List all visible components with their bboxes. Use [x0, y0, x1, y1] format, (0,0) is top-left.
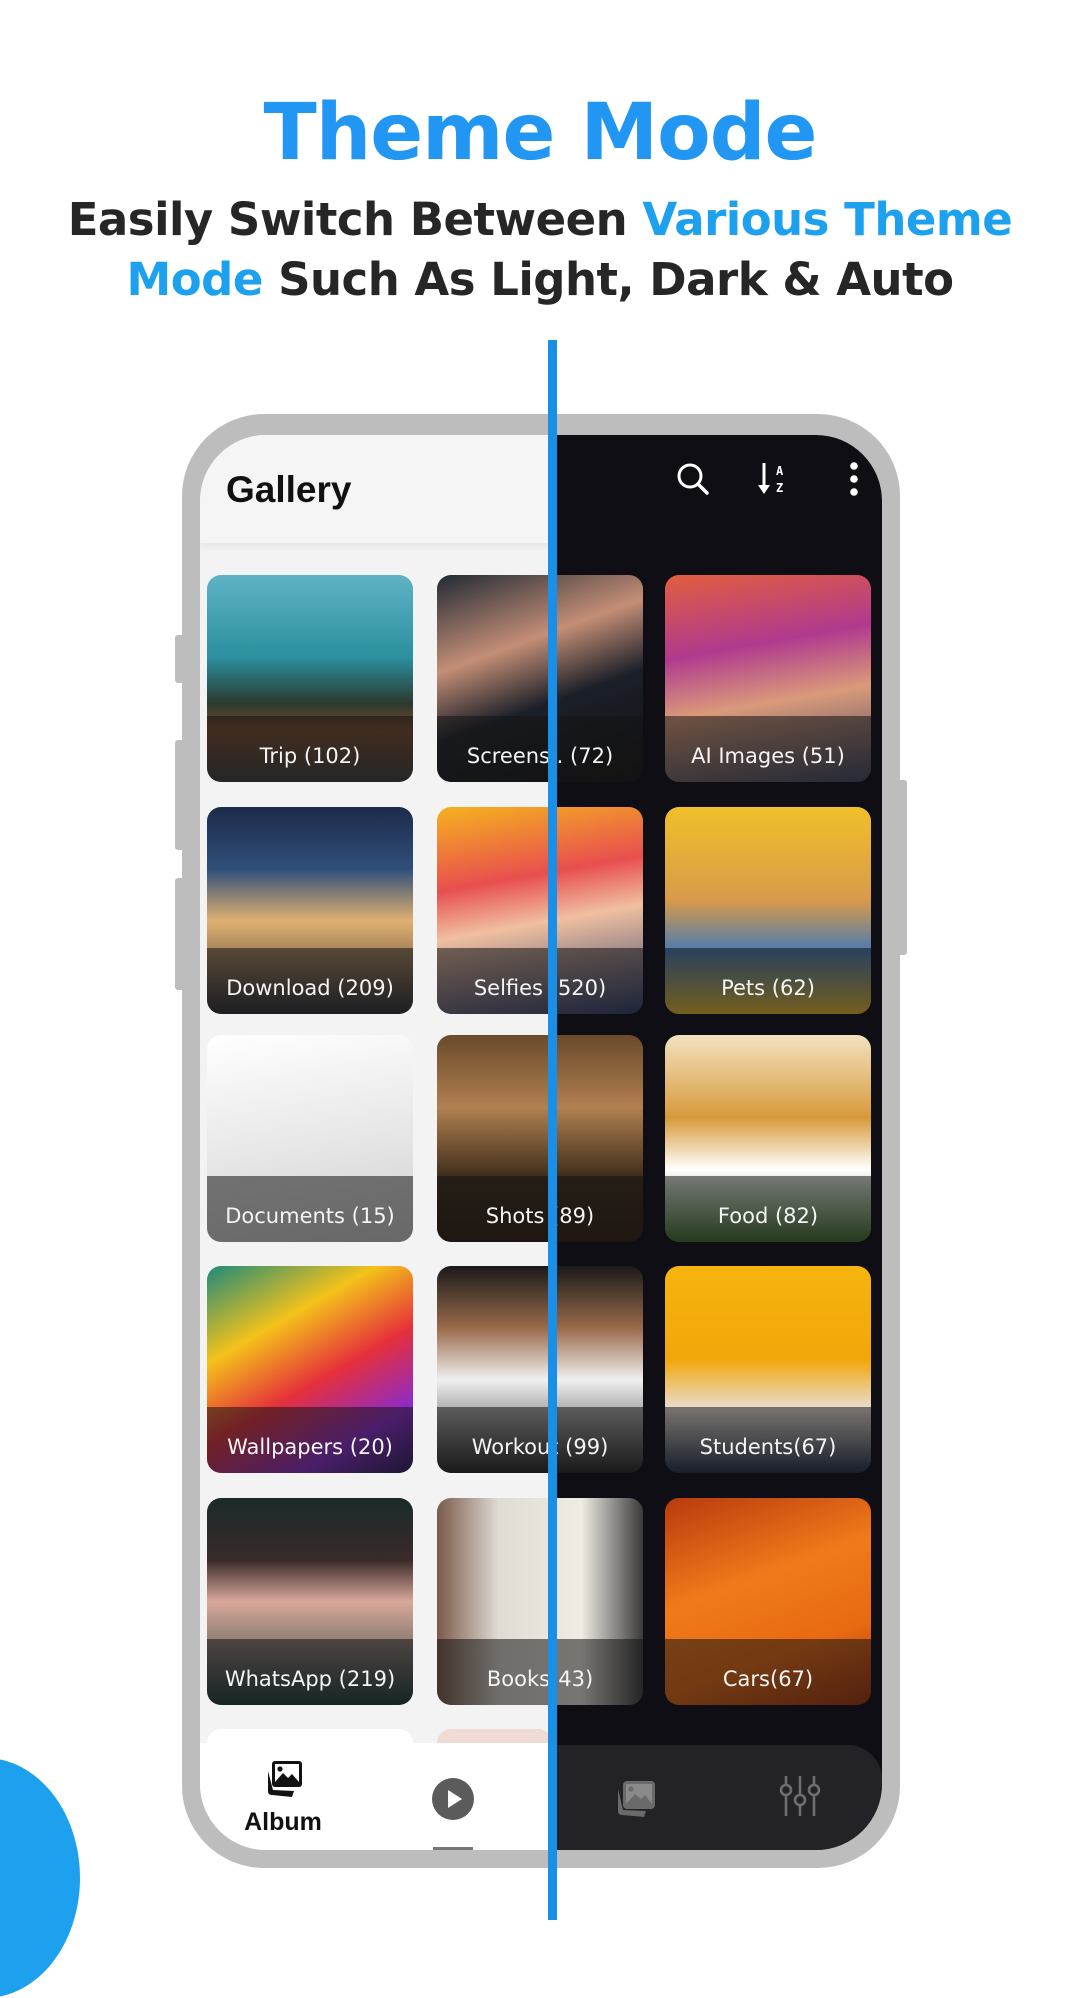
decorative-circle — [0, 1758, 80, 1998]
subtitle-text: Easily Switch Between — [67, 193, 643, 246]
sort-az-icon[interactable]: A Z — [756, 461, 792, 497]
album-label: Books(43) — [486, 1667, 594, 1691]
more-vert-icon[interactable] — [836, 461, 872, 497]
search-icon[interactable] — [675, 461, 711, 497]
album-label: Trip (102) — [259, 744, 361, 768]
svg-text:Z: Z — [776, 481, 783, 495]
album-label: AI Images (51) — [691, 744, 845, 768]
album-label: Documents (15) — [225, 1204, 395, 1228]
theme-split-divider — [548, 340, 557, 1920]
headline-title: Theme Mode — [263, 88, 818, 178]
album-tile[interactable]: Trip (102) — [207, 575, 413, 782]
phone-screen: Gallery A Z Trip (102) Screens.. (72) AI I… — [200, 435, 882, 1850]
album-tile[interactable]: Screens.. (72) — [437, 575, 643, 782]
album-label: Screens.. (72) — [466, 744, 614, 768]
nav-album-label[interactable]: Album — [230, 1808, 336, 1837]
app-toolbar: Gallery — [200, 435, 552, 543]
album-tile[interactable]: Books(43) — [437, 1498, 643, 1705]
video-play-icon[interactable] — [431, 1777, 475, 1821]
album-label: Students(67) — [699, 1435, 837, 1459]
album-tile[interactable]: Selfies (520) — [437, 807, 643, 1014]
subtitle-highlight: Various Theme — [642, 193, 1013, 246]
album-label: Workout (99) — [471, 1435, 609, 1459]
headline-subtitle: Easily Switch Between Various Theme Mode… — [0, 190, 1080, 310]
album-label: Download (209) — [226, 976, 394, 1000]
album-tile[interactable]: WhatsApp (219) — [207, 1498, 413, 1705]
album-tile[interactable]: AI Images (51) — [665, 575, 871, 782]
album-label: WhatsApp (219) — [224, 1667, 396, 1691]
photos-icon[interactable] — [614, 1777, 658, 1821]
settings-sliders-icon[interactable] — [778, 1774, 822, 1818]
app-title: Gallery — [226, 469, 352, 510]
album-tile[interactable]: Shots (89) — [437, 1035, 643, 1242]
subtitle-text: Such As Light, Dark & Auto — [262, 253, 954, 306]
nav-indicator — [433, 1847, 473, 1850]
svg-text:A: A — [776, 464, 784, 478]
album-tile[interactable]: Wallpapers (20) — [207, 1266, 413, 1473]
album-tile[interactable]: Food (82) — [665, 1035, 871, 1242]
bottom-nav-dark — [552, 1745, 882, 1850]
album-tile[interactable]: Pets (62) — [665, 807, 871, 1014]
album-tile[interactable]: Cars(67) — [665, 1498, 871, 1705]
album-tile[interactable]: Download (209) — [207, 807, 413, 1014]
album-label: Cars(67) — [722, 1667, 814, 1691]
album-tile[interactable]: Documents (15) — [207, 1035, 413, 1242]
album-label: Shots (89) — [485, 1204, 595, 1228]
album-icon[interactable] — [262, 1757, 306, 1801]
album-label: Selfies (520) — [473, 976, 607, 1000]
album-label: Pets (62) — [721, 976, 815, 1000]
album-tile[interactable]: Workout (99) — [437, 1266, 643, 1473]
album-label: Food (82) — [717, 1204, 819, 1228]
album-tile[interactable]: Students(67) — [665, 1266, 871, 1473]
subtitle-highlight: Mode — [126, 253, 263, 306]
album-label: Wallpapers (20) — [227, 1435, 393, 1459]
